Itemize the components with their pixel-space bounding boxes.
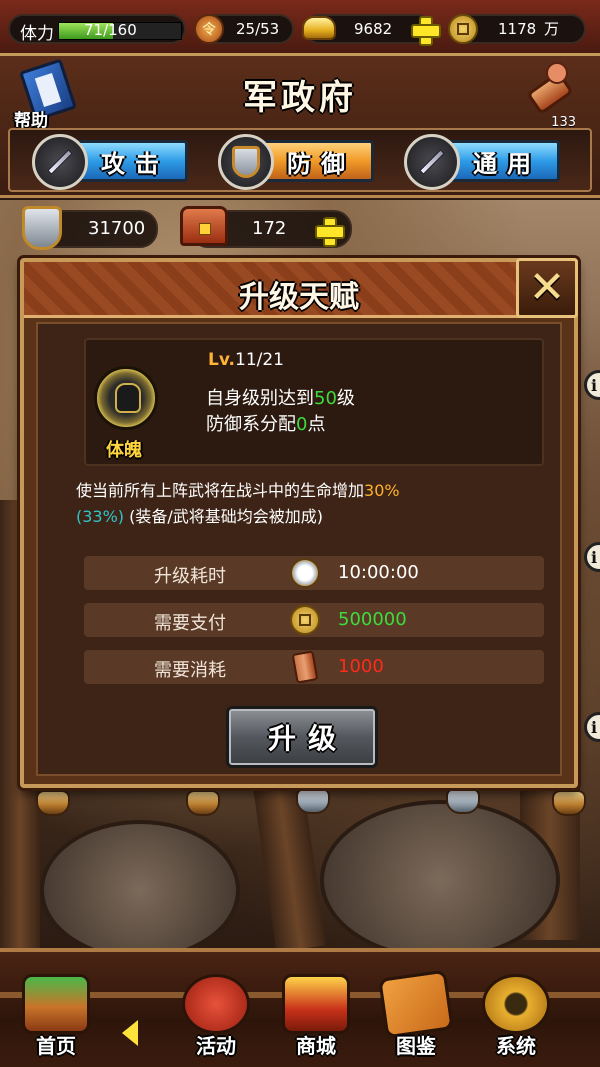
close-icon: ✕	[528, 262, 566, 313]
nav-codex[interactable]: 图鉴	[366, 968, 466, 1067]
req-points-suffix: 点	[307, 414, 326, 435]
stat-label: 需要支付	[154, 613, 226, 634]
talent-name: 体魄	[106, 440, 142, 461]
stat-row-payment: 需要支付 500000	[84, 603, 544, 637]
tab-defense[interactable]: 防御	[218, 134, 378, 190]
info-icon[interactable]: i	[584, 542, 600, 572]
coin-icon	[290, 605, 320, 635]
nav-home[interactable]: 首页	[6, 968, 106, 1067]
shield-points-value: 31700	[88, 218, 146, 239]
tab-general[interactable]: 通用	[404, 134, 564, 190]
stat-label: 需要消耗	[154, 660, 226, 681]
nav-left-arrow-icon[interactable]	[122, 1020, 138, 1046]
stat-value: 1000	[338, 656, 384, 677]
treasure-chest-icon	[282, 974, 350, 1034]
treasure-chest-icon	[180, 206, 228, 246]
level-prefix: Lv.	[208, 350, 235, 370]
talent-helmet-icon	[94, 366, 158, 430]
description-current-value: 30%	[364, 481, 400, 500]
req-points-value: 0	[296, 414, 308, 435]
header-panel: 帮助 军政府 133 攻击 防御 通用	[0, 56, 600, 198]
sword-shield-icon	[404, 134, 460, 190]
level-value: 11/21	[235, 350, 284, 370]
dialog-title: 升级天赋	[239, 280, 359, 315]
req-level-prefix: 自身级别达到	[206, 388, 314, 409]
coin-icon	[448, 14, 478, 44]
stamina-label: 体力	[20, 24, 54, 44]
nav-codex-label: 图鉴	[396, 1034, 436, 1058]
page-title: 军政府	[243, 78, 357, 118]
description-text: 使当前所有上阵武将在战斗中的生命增加	[76, 481, 365, 500]
stat-row-consume: 需要消耗 1000	[84, 650, 544, 684]
talent-info-card: 体魄 Lv.11/21 自身级别达到50级 防御系分配0点	[84, 338, 544, 466]
scroll-icon	[291, 650, 319, 684]
stamina-value: 71/160	[84, 21, 137, 39]
dialog-header: 升级天赋	[24, 262, 574, 318]
status-bar: 体力 71/160 令 25/53 9682 1178 万	[0, 0, 600, 56]
coins-unit: 万	[544, 20, 560, 38]
clock-icon	[290, 558, 320, 588]
gear-icon	[482, 974, 550, 1034]
req-points-prefix: 防御系分配	[206, 414, 296, 435]
requirement-points: 防御系分配0点	[206, 410, 325, 436]
stat-value: 10:00:00	[338, 562, 419, 583]
defense-shield-icon	[22, 206, 62, 250]
shield-icon	[218, 134, 274, 190]
order-token-icon: 令	[194, 14, 224, 44]
bottom-nav: 首页 活动 商城 图鉴 系统	[0, 948, 600, 1067]
nav-shop-label: 商城	[296, 1034, 336, 1058]
orders-value: 25/53	[236, 20, 280, 38]
nav-home-label: 首页	[36, 1034, 76, 1058]
talent-tabs: 攻击 防御 通用	[8, 128, 592, 192]
nav-system[interactable]: 系统	[466, 968, 566, 1067]
gold-value: 9682	[354, 20, 393, 38]
cards-icon	[378, 969, 454, 1039]
coins-value: 1178	[498, 20, 537, 38]
tab-attack[interactable]: 攻击	[32, 134, 192, 190]
stat-row-time: 升级耗时 10:00:00	[84, 556, 544, 590]
talent-level: Lv.11/21	[208, 350, 284, 370]
nav-shop[interactable]: 商城	[266, 968, 366, 1067]
chest-count-value: 172	[252, 218, 287, 239]
crossed-swords-icon	[32, 134, 88, 190]
req-level-suffix: 级	[336, 388, 355, 409]
description-next-value: (33%)	[76, 507, 125, 526]
drums-icon	[182, 974, 250, 1034]
scroll-item-button[interactable]: 133	[520, 62, 580, 130]
gold-ingot-icon	[302, 16, 336, 40]
close-button[interactable]: ✕	[516, 258, 578, 318]
talent-description: 使当前所有上阵武将在战斗中的生命增加30% (33%) (装备/武将基础均会被加…	[76, 478, 546, 530]
home-icon	[22, 974, 90, 1034]
info-icon[interactable]: i	[584, 712, 600, 742]
stat-value: 500000	[338, 609, 407, 630]
upgrade-button[interactable]: 升级	[226, 706, 378, 768]
requirement-level: 自身级别达到50级	[206, 384, 355, 410]
nav-events-label: 活动	[196, 1034, 236, 1058]
hand-icon	[546, 62, 568, 84]
nav-events[interactable]: 活动	[166, 968, 266, 1067]
nav-system-label: 系统	[496, 1034, 536, 1058]
add-chest-button[interactable]	[314, 216, 345, 247]
info-icon[interactable]: i	[584, 370, 600, 400]
upgrade-talent-dialog: 升级天赋 ✕ 体魄 Lv.11/21 自身级别达到50级 防御系分配0点 使当前…	[20, 258, 578, 788]
req-level-value: 50	[314, 388, 337, 409]
description-note: (装备/武将基础均会被加成)	[124, 507, 324, 526]
stat-label: 升级耗时	[154, 566, 226, 587]
add-gold-button[interactable]	[410, 15, 441, 46]
